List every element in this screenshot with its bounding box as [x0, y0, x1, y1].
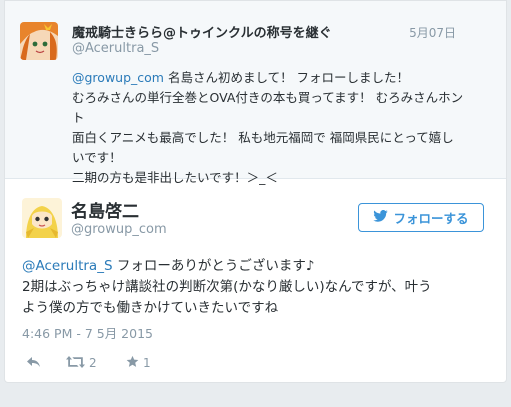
reply-button[interactable]: [26, 356, 66, 371]
tweet-line: 二期の方も是非出したいです！＞_＜: [72, 170, 278, 185]
parent-display-name[interactable]: 魔戒騎士きらら@トゥインクルの称号を継ぐ: [72, 22, 332, 41]
parent-tweet-text: @growup_com 名島さん初めまして！ フォローしました！ むろみさんの単…: [72, 68, 467, 188]
follow-label: フォローする: [393, 211, 469, 226]
avatar[interactable]: [20, 22, 58, 60]
follow-button[interactable]: フォローする: [358, 203, 484, 232]
tweet-line: よう僕の方でも働きかけていきたいですね: [22, 300, 279, 316]
mention-link[interactable]: @Acerultra_S: [22, 258, 113, 274]
tweet-permalink-container: 魔戒騎士きらら@トゥインクルの称号を継ぐ @Acerultra_S 5月07日 …: [4, 0, 507, 383]
parent-tweet[interactable]: 魔戒騎士きらら@トゥインクルの称号を継ぐ @Acerultra_S 5月07日 …: [5, 1, 506, 185]
favorite-star-icon: [126, 355, 139, 371]
tweet-line: フォローありがとうございます♪: [112, 258, 315, 274]
favorite-count: 1: [143, 356, 151, 370]
tweet-line: 2期はぶっちゃけ講談社の判断次第(かなり厳しい)なんですが、叶う: [22, 279, 432, 295]
display-name[interactable]: 名島啓二: [71, 197, 139, 222]
twitter-bird-icon: [373, 209, 389, 225]
parent-date[interactable]: 5月07日: [409, 24, 456, 41]
retweet-button[interactable]: 2: [66, 355, 126, 371]
reply-icon: [26, 356, 41, 371]
parent-handle[interactable]: @Acerultra_S: [72, 41, 159, 56]
tweet-line: むろみさんの単行全巻とOVA付きの本も買ってます！ むろみさんホント: [72, 90, 464, 125]
tweet-text: @Acerultra_S フォローありがとうございます♪ 2期はぶっちゃけ講談社…: [22, 256, 492, 319]
retweet-count: 2: [89, 356, 97, 370]
favorite-button[interactable]: 1: [126, 355, 166, 371]
handle[interactable]: @growup_com: [71, 222, 167, 237]
mention-link[interactable]: @growup_com: [72, 70, 164, 85]
retweet-icon: [66, 355, 85, 371]
avatar[interactable]: [22, 198, 62, 238]
tweet-actions: 2 1: [26, 355, 166, 371]
tweet-line: 面白くアニメも最高でした！ 私も地元福岡で 福岡県民にとって嬉し: [72, 130, 454, 145]
tweet-line: いです！: [72, 150, 122, 165]
tweet-line: 名島さん初めまして！ フォローしました！: [163, 70, 410, 85]
timestamp[interactable]: 4:46 PM - 7 5月 2015: [22, 323, 153, 342]
